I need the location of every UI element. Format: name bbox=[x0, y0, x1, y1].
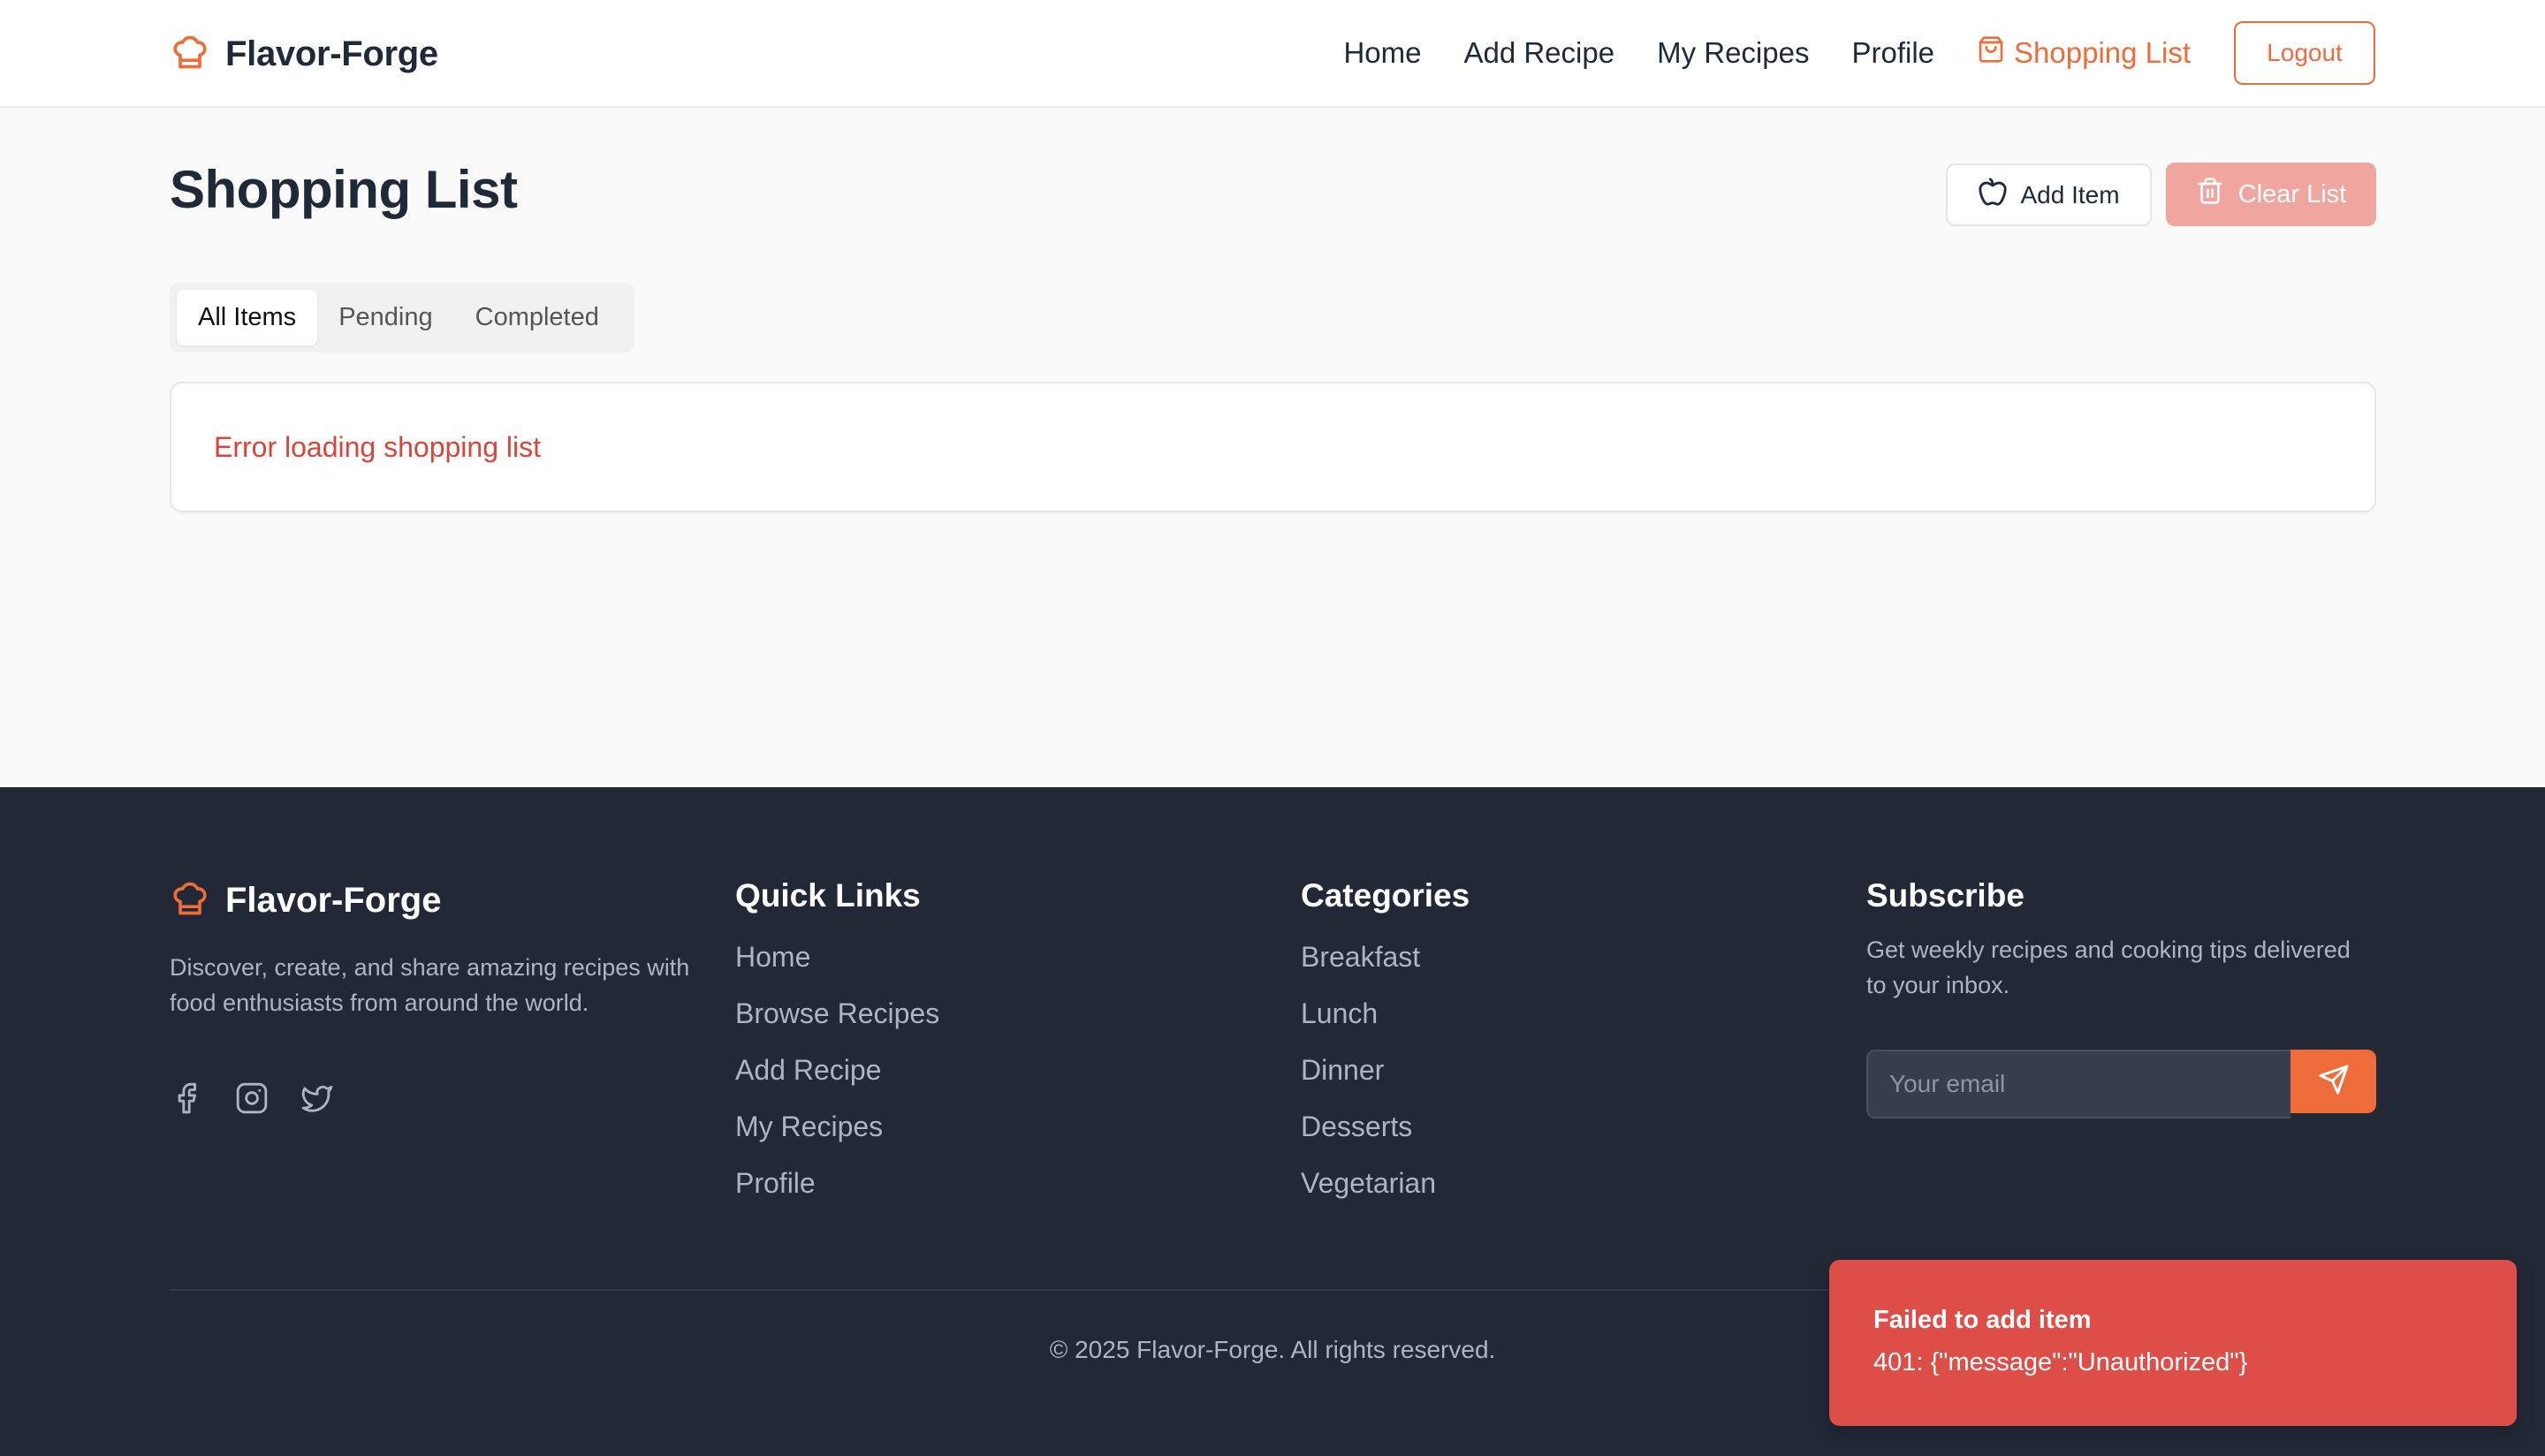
tab-pending[interactable]: Pending bbox=[317, 290, 453, 345]
footer-description: Discover, create, and share amazing reci… bbox=[170, 954, 690, 1016]
brand-name: Flavor-Forge bbox=[225, 34, 438, 73]
apple-icon bbox=[1978, 177, 2008, 213]
footer-link-home[interactable]: Home bbox=[735, 939, 939, 996]
footer-brand[interactable]: Flavor-Forge bbox=[171, 879, 441, 922]
toast-title: Failed to add item bbox=[1873, 1306, 2092, 1334]
chef-hat-icon bbox=[171, 33, 209, 76]
add-item-label: Add Item bbox=[2020, 180, 2120, 209]
footer-subscribe: Subscribe Get weekly recipes and cooking… bbox=[1866, 877, 2361, 1003]
subscribe-button[interactable] bbox=[2290, 1050, 2376, 1113]
tab-all-items[interactable]: All Items bbox=[177, 290, 318, 345]
nav-profile[interactable]: Profile bbox=[1851, 36, 1934, 70]
subscribe-title: Subscribe bbox=[1866, 877, 2025, 914]
subscribe-form bbox=[1866, 1050, 2376, 1119]
twitter-icon[interactable] bbox=[300, 1081, 334, 1119]
email-input[interactable] bbox=[1866, 1050, 2290, 1119]
footer-categories: Categories Breakfast Lunch Dinner Desser… bbox=[1301, 877, 1470, 1222]
nav-home[interactable]: Home bbox=[1343, 36, 1421, 70]
clear-list-label: Clear List bbox=[2237, 179, 2347, 209]
social-links bbox=[170, 1081, 334, 1119]
categories-title: Categories bbox=[1301, 877, 1470, 914]
trash-icon bbox=[2196, 177, 2224, 212]
send-icon bbox=[2318, 1064, 2350, 1100]
nav-shopping-list-label: Shopping List bbox=[2014, 36, 2191, 69]
category-breakfast[interactable]: Breakfast bbox=[1301, 939, 1470, 996]
category-desserts[interactable]: Desserts bbox=[1301, 1109, 1470, 1165]
logout-button[interactable]: Logout bbox=[2234, 21, 2375, 85]
error-message: Error loading shopping list bbox=[214, 431, 541, 463]
facebook-icon[interactable] bbox=[170, 1081, 203, 1119]
main-nav: Home Add Recipe My Recipes Profile Shopp… bbox=[1301, 21, 2375, 85]
category-vegetarian[interactable]: Vegetarian bbox=[1301, 1165, 1470, 1222]
subscribe-description: Get weekly recipes and cooking tips deli… bbox=[1866, 937, 2351, 998]
filter-tabs: All Items Pending Completed bbox=[170, 283, 634, 353]
footer-quick-links: Quick Links Home Browse Recipes Add Reci… bbox=[735, 877, 939, 1222]
chef-hat-icon bbox=[171, 879, 209, 922]
top-navbar: Flavor-Forge Home Add Recipe My Recipes … bbox=[0, 0, 2545, 108]
instagram-icon[interactable] bbox=[235, 1081, 269, 1119]
category-dinner[interactable]: Dinner bbox=[1301, 1052, 1470, 1109]
footer-brand-name: Flavor-Forge bbox=[225, 881, 442, 920]
toast-message: 401: {"message":"Unauthorized"} bbox=[1873, 1348, 2248, 1376]
footer-link-browse-recipes[interactable]: Browse Recipes bbox=[735, 996, 939, 1052]
footer-link-my-recipes[interactable]: My Recipes bbox=[735, 1109, 939, 1165]
error-toast[interactable]: Failed to add item 401: {"message":"Unau… bbox=[1829, 1260, 2517, 1426]
nav-shopping-list[interactable]: Shopping List bbox=[1977, 35, 2191, 71]
footer-link-add-recipe[interactable]: Add Recipe bbox=[735, 1052, 939, 1109]
tab-completed[interactable]: Completed bbox=[454, 290, 620, 345]
page-title: Shopping List bbox=[170, 160, 518, 219]
clear-list-button[interactable]: Clear List bbox=[2166, 163, 2376, 226]
footer-link-profile[interactable]: Profile bbox=[735, 1165, 939, 1222]
nav-my-recipes[interactable]: My Recipes bbox=[1657, 36, 1809, 70]
add-item-button[interactable]: Add Item bbox=[1946, 163, 2152, 226]
category-lunch[interactable]: Lunch bbox=[1301, 996, 1470, 1052]
shopping-bag-icon bbox=[1977, 35, 2005, 71]
quick-links-title: Quick Links bbox=[735, 877, 921, 914]
brand-logo[interactable]: Flavor-Forge bbox=[171, 30, 438, 78]
nav-add-recipe[interactable]: Add Recipe bbox=[1463, 36, 1614, 70]
shopping-list-card: Error loading shopping list bbox=[170, 382, 2376, 512]
